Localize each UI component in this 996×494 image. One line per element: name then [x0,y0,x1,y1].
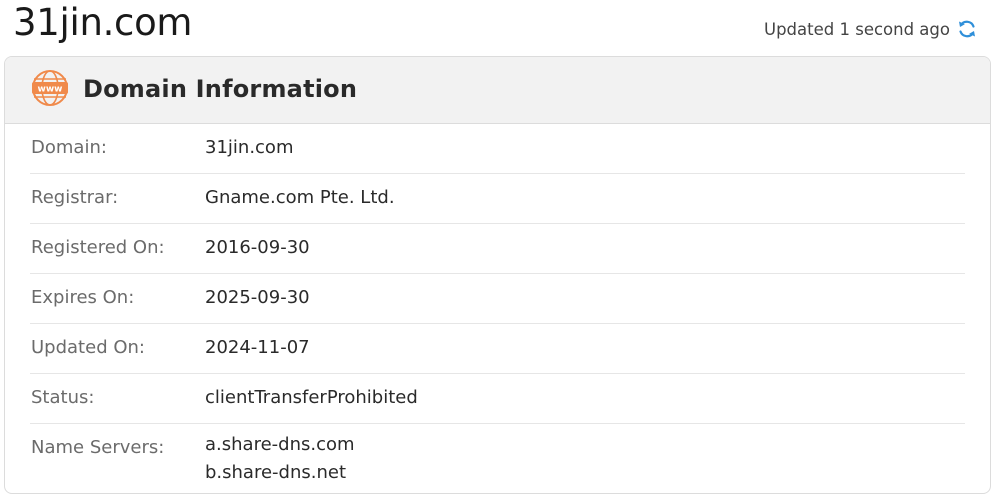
info-table: Domain: 31jin.com Registrar: Gname.com P… [30,124,965,493]
row-label: Name Servers: [31,437,165,458]
info-row-updated-on: Updated On: 2024-11-07 [30,324,965,374]
info-row-status: Status: clientTransferProhibited [30,374,965,424]
domain-info-card: www Domain Information Domain: 31jin.com… [4,56,991,494]
info-row-registered-on: Registered On: 2016-09-30 [30,224,965,274]
info-row-expires-on: Expires On: 2025-09-30 [30,274,965,324]
row-value: clientTransferProhibited [205,387,418,408]
info-row-domain: Domain: 31jin.com [30,124,965,174]
row-label: Updated On: [31,337,145,358]
row-value: 2025-09-30 [205,287,310,308]
row-label: Registered On: [31,237,165,258]
update-status: Updated 1 second ago [764,18,978,40]
row-value: 2016-09-30 [205,237,310,258]
updated-text: Updated 1 second ago [764,19,950,39]
info-row-name-servers: Name Servers: a.share-dns.com b.share-dn… [30,424,965,493]
row-label: Registrar: [31,187,119,208]
card-title: Domain Information [83,75,358,103]
page-header: 31jin.com Updated 1 second ago [0,0,996,56]
name-server: b.share-dns.net [205,462,347,483]
www-icon: www [31,69,69,107]
card-header: www Domain Information [5,57,990,124]
row-label: Expires On: [31,287,135,308]
refresh-icon[interactable] [956,18,978,40]
svg-text:www: www [38,85,63,95]
name-server-list: a.share-dns.com b.share-dns.net [205,431,355,487]
row-label: Status: [31,387,95,408]
row-value: 2024-11-07 [205,337,310,358]
name-server: a.share-dns.com [205,434,355,455]
row-value: 31jin.com [205,137,294,158]
row-label: Domain: [31,137,107,158]
info-row-registrar: Registrar: Gname.com Pte. Ltd. [30,174,965,224]
row-value: Gname.com Pte. Ltd. [205,187,395,208]
page-title: 31jin.com [13,1,193,44]
